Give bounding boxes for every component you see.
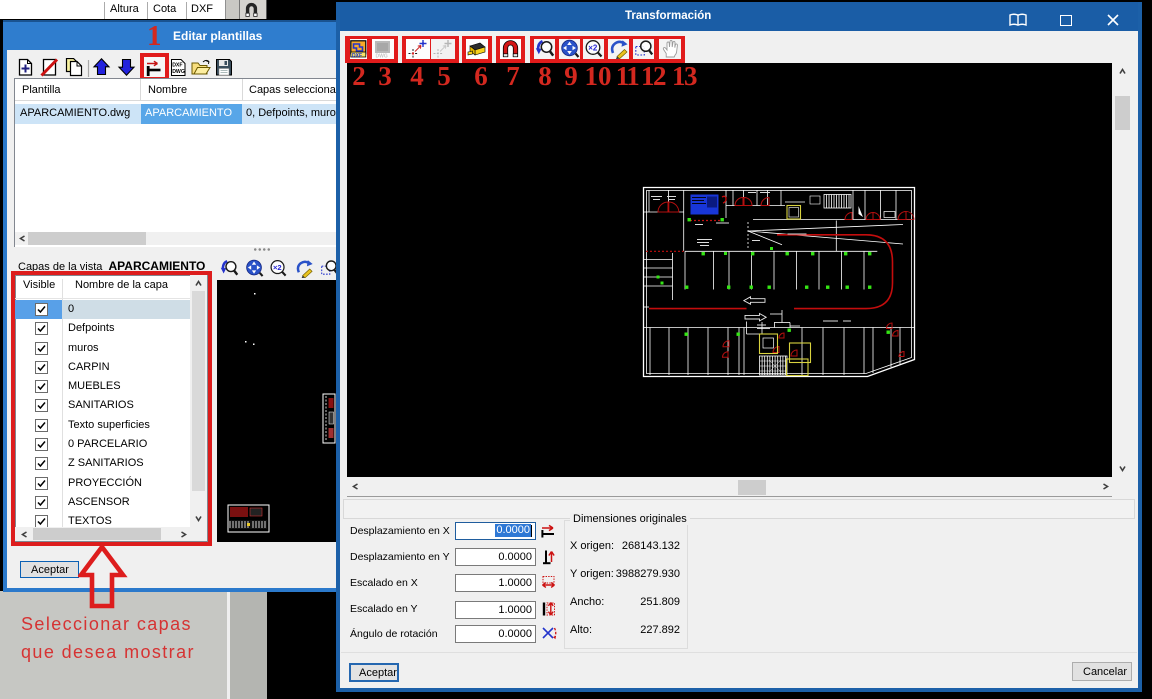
svg-text:DXF: DXF [352, 53, 362, 58]
svg-text:DWG: DWG [172, 69, 185, 75]
svg-text:DXF: DXF [172, 63, 182, 69]
svg-text:DWG: DWG [376, 54, 388, 59]
